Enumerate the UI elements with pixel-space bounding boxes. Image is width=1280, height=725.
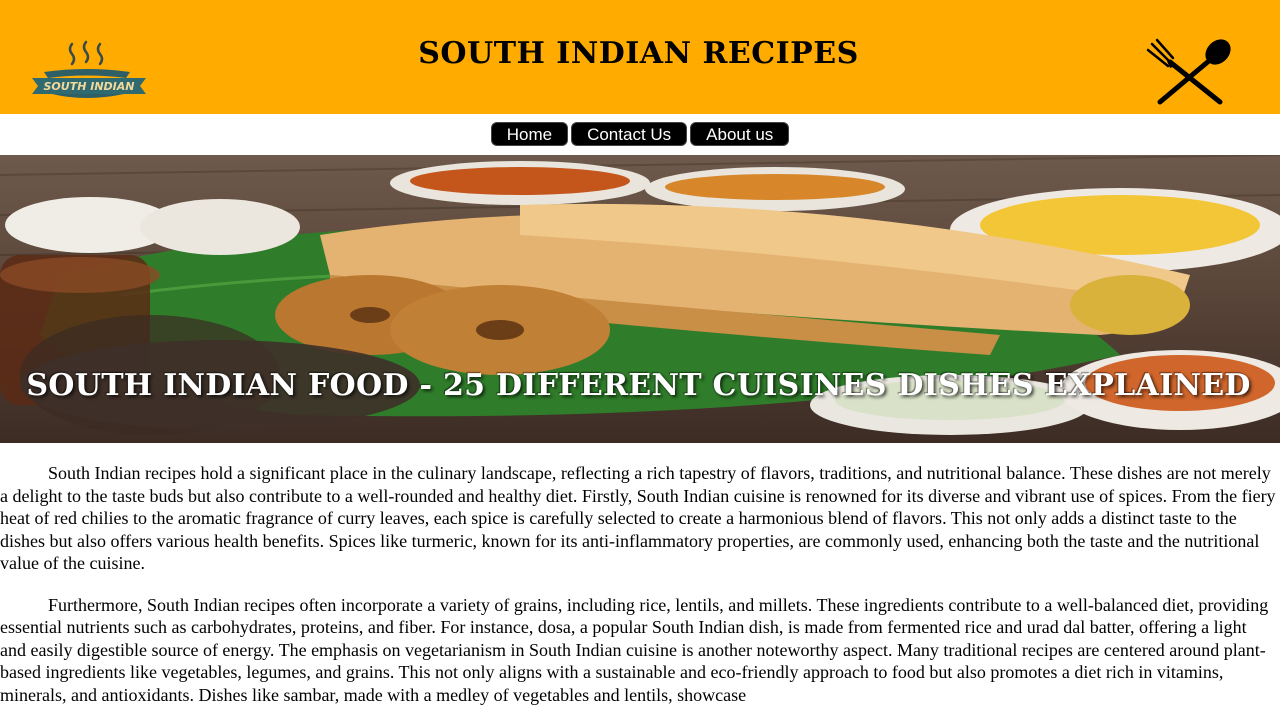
content-paragraph: Furthermore, South Indian recipes often … [0,594,1269,705]
site-title: SOUTH INDIAN RECIPES [418,36,859,71]
nav-home-button[interactable]: Home [490,122,569,146]
nav-about-button[interactable]: About us [690,122,790,146]
site-header: SOUTH INDIAN SOUTH INDIAN RECIPES [0,0,1280,114]
fork-spoon-icon [1146,38,1231,105]
content-paragraph: South Indian recipes hold a significant … [0,463,1276,573]
logo-text: SOUTH INDIAN [44,80,135,93]
hero-title: SOUTH INDIAN FOOD - 25 DIFFERENT CUISINE… [26,368,1251,403]
main-content: South Indian recipes hold a significant … [0,462,1276,725]
hero-banner: SOUTH INDIAN FOOD - 25 DIFFERENT CUISINE… [0,155,1280,443]
nav-contact-button[interactable]: Contact Us [571,122,688,146]
main-nav: Home Contact Us About us [0,122,1280,148]
